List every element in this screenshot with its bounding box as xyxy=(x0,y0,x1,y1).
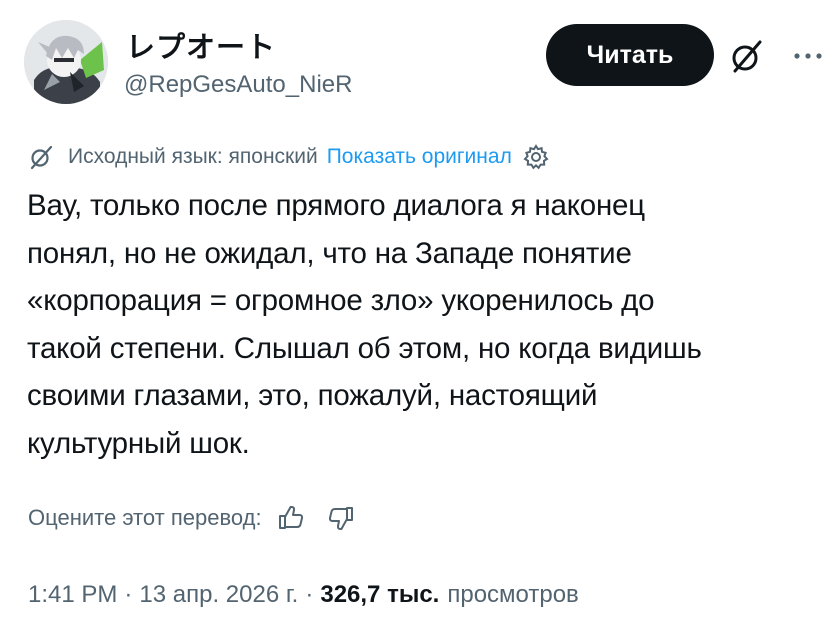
rate-translation-label: Оцените этот перевод: xyxy=(28,505,262,530)
gear-icon[interactable] xyxy=(522,143,550,171)
views-label: просмотров xyxy=(447,581,579,608)
meta-separator: · xyxy=(305,581,314,608)
tweet-line: культурный шок. xyxy=(27,426,250,460)
grok-icon[interactable] xyxy=(727,36,767,76)
author-display-name[interactable]: レプオート xyxy=(126,24,276,66)
tweet-date[interactable]: 13 апр. 2026 г. xyxy=(139,581,298,609)
tweet-text: Вау, только после прямого диалога я нако… xyxy=(27,182,827,467)
views-count: 326,7 тыс. xyxy=(320,581,440,608)
rate-translation: Оцените этот перевод: xyxy=(28,498,356,538)
tweet-line: «корпорация = огромное зло» укоренилось … xyxy=(27,284,655,317)
tweet-line: своими глазами, это, пожалуй, настоящий xyxy=(27,379,598,412)
avatar[interactable] xyxy=(24,20,108,104)
translate-slash-icon xyxy=(28,144,54,170)
tweet-line: понял, но не ожидал, что на Западе понят… xyxy=(27,236,632,270)
author-handle[interactable]: @RepGesAuto_NieR xyxy=(124,71,352,99)
thumbs-down-icon[interactable] xyxy=(326,503,356,533)
follow-button[interactable]: Читать xyxy=(546,24,714,86)
avatar-illustration xyxy=(24,20,108,104)
thumbs-up-icon[interactable] xyxy=(276,503,306,533)
tweet-time[interactable]: 1:41 PM xyxy=(28,581,117,609)
tweet-line: такой степени. Слышал об этом, но когда … xyxy=(27,331,702,365)
meta-separator: · xyxy=(124,581,133,608)
tweet-line: Вау, только после прямого диалога я нако… xyxy=(27,189,645,222)
tweet-meta: 1:41 PM · 13 апр. 2026 г. · 326,7 тыс. п… xyxy=(28,575,579,615)
more-options-icon[interactable] xyxy=(788,36,828,72)
translation-bar: Исходный язык: японский Показать оригина… xyxy=(28,140,550,174)
source-language-label: Исходный язык: японский xyxy=(68,145,318,168)
show-original-link[interactable]: Показать оригинал xyxy=(327,145,512,169)
